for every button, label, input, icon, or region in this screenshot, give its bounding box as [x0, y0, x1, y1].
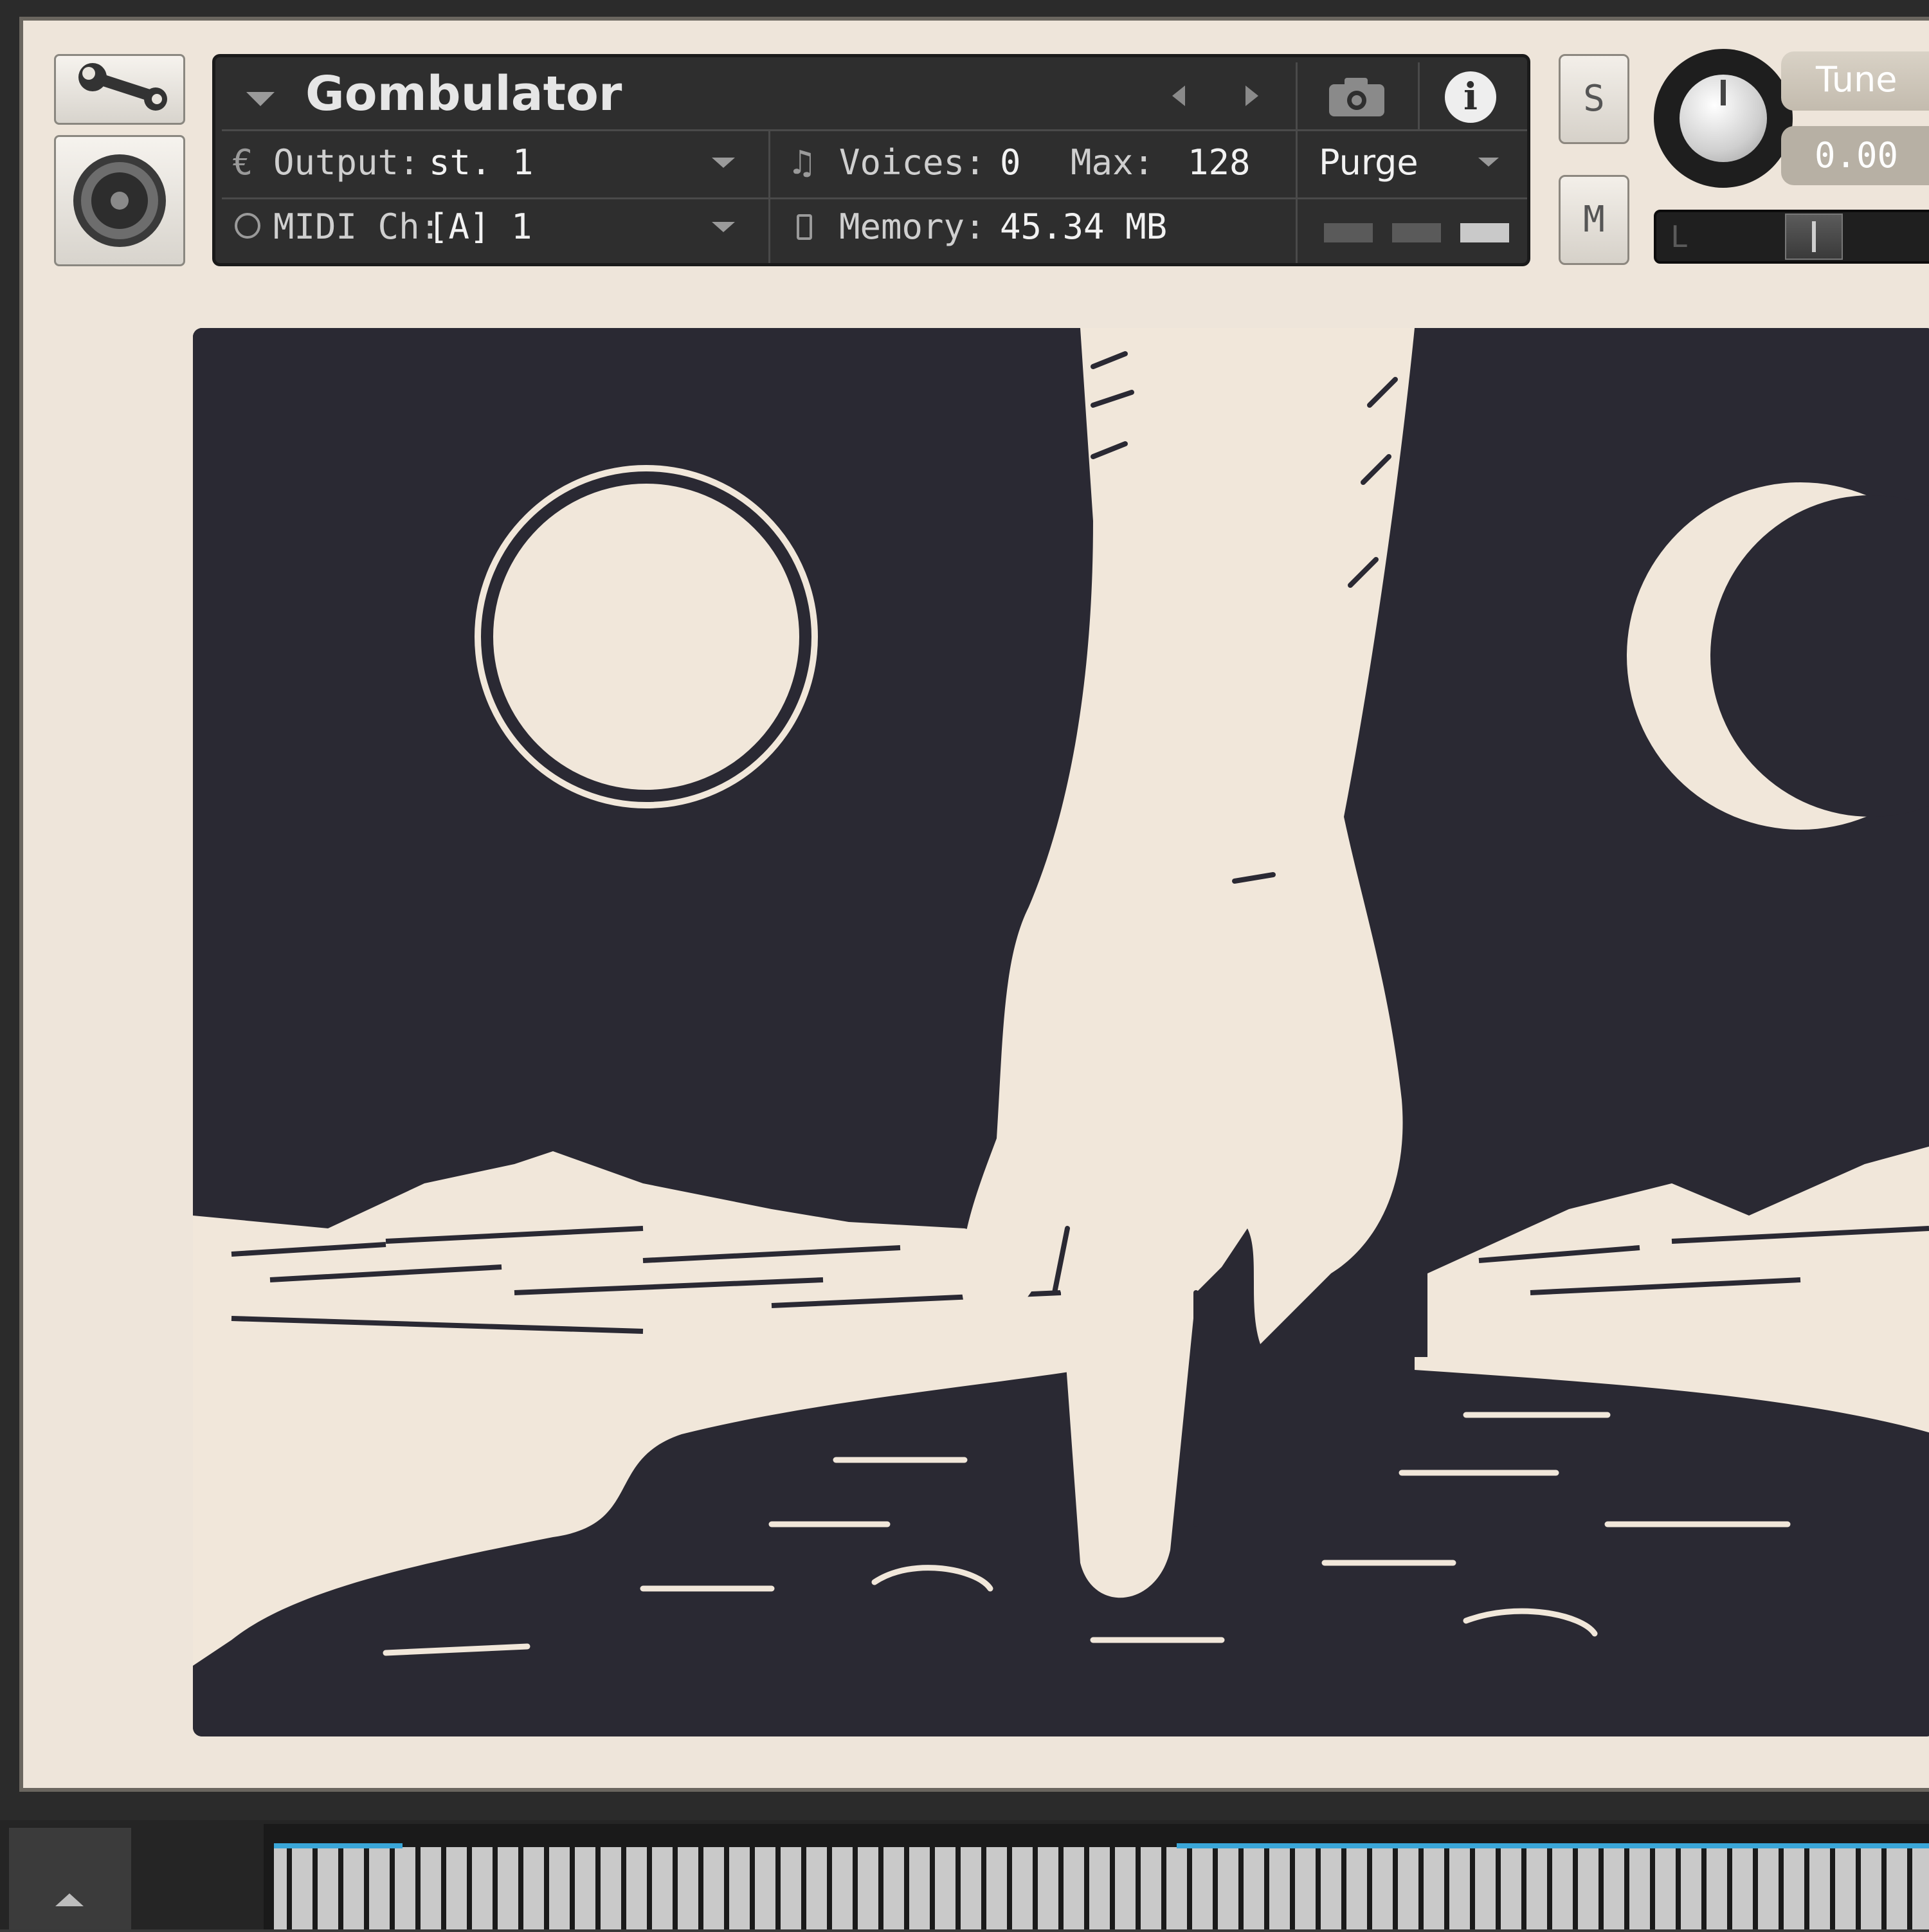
instrument-name[interactable]: Gombulator: [305, 65, 622, 123]
memory-icon: [797, 214, 812, 240]
level-meter-segment: [1324, 223, 1373, 242]
wrench-icon: [78, 63, 167, 111]
max-voices-value[interactable]: 128: [1188, 143, 1251, 182]
info-icon: i: [1463, 75, 1478, 118]
chevron-up-icon: [55, 1893, 84, 1906]
previous-instrument-button[interactable]: [1161, 77, 1199, 115]
tune-value: 0.00: [1815, 135, 1899, 176]
arrow-left-icon: [1172, 86, 1185, 106]
solo-button[interactable]: S: [1559, 54, 1629, 144]
instrument-header: Gombulator i € Output: st. 1 MIDI Ch: [A…: [212, 54, 1530, 266]
instrument-menu-dropdown[interactable]: [241, 83, 280, 109]
output-value[interactable]: st. 1: [429, 143, 534, 182]
piano-keys[interactable]: [264, 1824, 1929, 1929]
knob-indicator: [1721, 80, 1726, 105]
speaker-icon: [73, 154, 166, 247]
instrument-artwork: [193, 328, 1929, 1736]
edit-instrument-button[interactable]: [54, 54, 185, 125]
mute-button[interactable]: M: [1559, 175, 1629, 265]
output-label: Output:: [273, 142, 420, 183]
voices-value: 0: [1000, 142, 1021, 183]
info-button[interactable]: i: [1445, 71, 1496, 123]
output-toggle-button[interactable]: [54, 135, 185, 266]
header-divider: [768, 129, 770, 263]
memory-label: Memory:: [839, 206, 986, 247]
header-divider: [1296, 62, 1298, 263]
keyboard-toggle-button[interactable]: [9, 1828, 131, 1929]
level-meter-segment: [1460, 223, 1509, 242]
voices-icon: ♫: [792, 142, 813, 183]
tune-knob[interactable]: [1654, 49, 1793, 188]
virtual-keyboard[interactable]: [264, 1824, 1929, 1929]
chevron-down-icon: [246, 92, 275, 106]
arrow-right-icon: [1245, 86, 1258, 106]
knob-cap: [1680, 75, 1767, 162]
pan-slider[interactable]: L: [1654, 210, 1929, 264]
max-voices-label: Max:: [1071, 142, 1155, 183]
voices-label: Voices:: [839, 142, 986, 183]
pan-left-label: L: [1671, 219, 1689, 254]
pan-handle[interactable]: [1785, 214, 1843, 260]
purge-button[interactable]: Purge: [1319, 143, 1418, 182]
header-divider: [222, 129, 1527, 131]
memory-value: 45.34 MB: [1000, 206, 1168, 247]
output-icon: €: [232, 142, 253, 183]
midi-icon: [235, 213, 260, 239]
linocut-landscape-illustration: [193, 328, 1929, 1736]
midi-channel-label: MIDI Ch:: [273, 206, 441, 247]
midi-channel-value[interactable]: [A] 1: [428, 208, 532, 246]
tune-value-field[interactable]: 0.00: [1781, 126, 1929, 185]
level-meter-segment: [1392, 223, 1441, 242]
tune-label-pill: Tune: [1781, 51, 1929, 111]
next-instrument-button[interactable]: [1231, 77, 1270, 115]
snapshot-button[interactable]: [1321, 70, 1392, 122]
pan-handle-grip: [1812, 221, 1816, 252]
camera-icon: [1329, 78, 1384, 116]
header-divider: [222, 197, 1527, 199]
midi-dropdown-chevron-icon[interactable]: [712, 222, 735, 232]
purge-dropdown-chevron-icon[interactable]: [1478, 158, 1499, 167]
tune-label: Tune: [1816, 59, 1897, 100]
output-dropdown-chevron-icon[interactable]: [712, 158, 735, 168]
header-divider: [1418, 62, 1420, 129]
